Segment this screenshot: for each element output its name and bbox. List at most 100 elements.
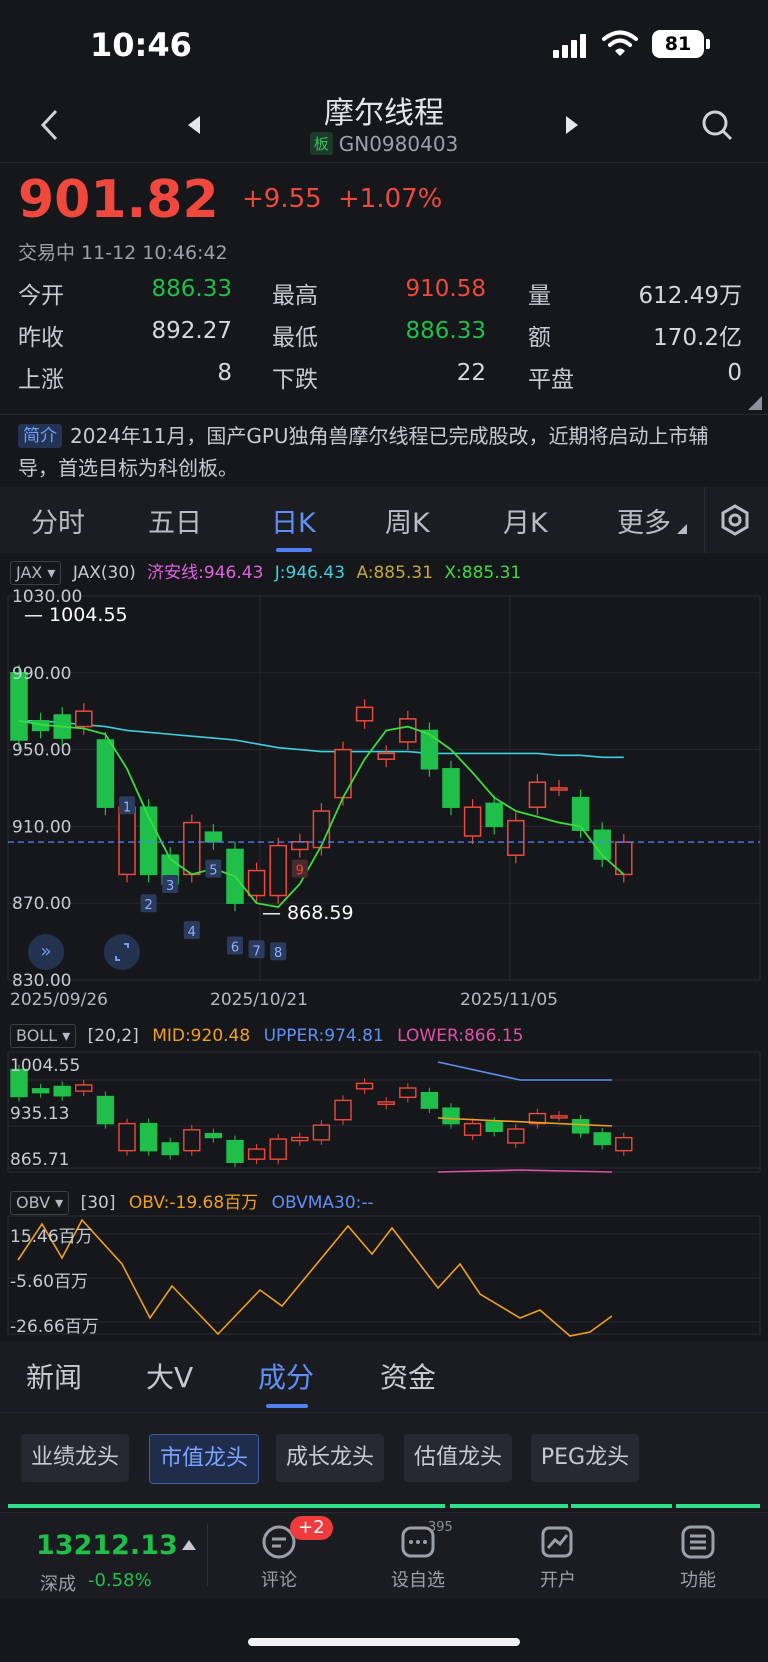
boll-candle	[399, 1087, 417, 1099]
page-title: 摩尔线程	[324, 96, 444, 131]
obv-chart[interactable]	[0, 1214, 768, 1338]
bottom-tab-divider	[0, 1412, 768, 1413]
intro-section: 简介 2024年11月，国产GPU独角兽摩尔线程已完成股改，近期将启动上市辅导，首…	[18, 420, 748, 484]
boll-candle	[75, 1084, 93, 1092]
more-corner-icon	[677, 524, 687, 534]
obv-value: OBV:-19.68百万	[128, 1193, 259, 1213]
tab-more[interactable]: 更多	[617, 501, 671, 540]
tab-influencer[interactable]: 大V	[146, 1356, 193, 1396]
tab-news[interactable]: 新闻	[26, 1356, 82, 1396]
tab-five-day[interactable]: 五日	[148, 501, 202, 540]
svg-text:4: 4	[188, 925, 196, 940]
fullscreen-icon[interactable]	[104, 934, 140, 970]
fast-forward-icon[interactable]: »	[28, 934, 64, 970]
settings-icon[interactable]	[719, 504, 751, 536]
a-value: A:885.31	[356, 563, 433, 583]
index-expand-icon[interactable]	[182, 1540, 196, 1550]
boll-lower: LOWER:866.15	[397, 1026, 524, 1046]
date-label-2: 2025/10/21	[210, 990, 308, 1010]
candle	[291, 841, 309, 851]
boll-candle	[355, 1082, 374, 1090]
intro-text: 2024年11月，国产GPU独角兽摩尔线程已完成股改，近期将启动上市辅导，首选目…	[18, 424, 709, 480]
open-account-button[interactable]: 开户	[503, 1522, 613, 1592]
candle	[507, 819, 525, 856]
low-price-value: 868.59	[287, 902, 354, 924]
boll-candle	[31, 1088, 50, 1094]
function-button[interactable]: 功能	[643, 1522, 753, 1592]
boll-selector[interactable]: BOLL ▾	[10, 1024, 77, 1048]
candle	[204, 831, 223, 843]
trading-status: 交易中 11-12 10:46:42	[18, 242, 228, 264]
chip-performance-leader[interactable]: 业绩龙头	[21, 1434, 129, 1482]
signal-marker: 6	[227, 936, 243, 955]
price-change-percent: +1.07%	[338, 184, 443, 214]
quote-value: 22	[456, 360, 486, 386]
boll-candle	[463, 1122, 482, 1136]
candle	[183, 821, 201, 876]
watchlist-count: 395	[428, 1520, 453, 1535]
boll-candle	[269, 1138, 287, 1160]
index-name: 深成	[40, 1574, 76, 1595]
quote-value: 886.33	[405, 318, 486, 344]
tab-constituents[interactable]: 成分	[258, 1356, 314, 1396]
jax-selector[interactable]: JAX ▾	[10, 561, 62, 585]
menu-icon	[681, 1525, 715, 1559]
y-axis-label: 910.00	[12, 817, 71, 837]
x-value: X:885.31	[444, 563, 522, 583]
svg-text:1: 1	[123, 800, 131, 815]
tab-weekly-k[interactable]: 周K	[385, 501, 430, 540]
candle	[377, 752, 395, 760]
obv-indicator-bar: OBV ▾ [30] OBV:-19.68百万 OBVMA30:--	[10, 1188, 374, 1215]
quote-label: 下跌	[272, 367, 318, 393]
obv-selector[interactable]: OBV ▾	[10, 1191, 70, 1215]
candle	[334, 748, 352, 799]
y-axis-label: 990.00	[12, 664, 71, 684]
search-icon[interactable]	[700, 108, 734, 142]
tab-daily-k[interactable]: 日K	[271, 501, 316, 540]
jax-name: JAX(30)	[72, 563, 136, 583]
candle	[75, 710, 93, 728]
quote-label: 最低	[272, 325, 318, 351]
tab-separator	[704, 487, 705, 553]
boll-mid: MID:920.48	[152, 1026, 251, 1046]
tab-monthly-k[interactable]: 月K	[503, 501, 548, 540]
chip-marketcap-leader[interactable]: 市值龙头	[149, 1434, 259, 1484]
quote-divider	[0, 414, 768, 415]
boll-candle	[593, 1132, 611, 1146]
boll-candle	[53, 1085, 71, 1097]
svg-text:2: 2	[144, 898, 152, 913]
next-stock-icon[interactable]	[564, 114, 580, 136]
obv-y-label-1: 15.46百万	[10, 1227, 93, 1247]
chip-valuation-leader[interactable]: 估值龙头	[404, 1434, 512, 1482]
chip-growth-leader[interactable]: 成长龙头	[276, 1434, 384, 1482]
boll-y-label-3: 865.71	[10, 1150, 70, 1170]
quote-label: 最高	[272, 283, 318, 309]
signal-marker: 2	[140, 894, 157, 913]
boll-params: [20,2]	[87, 1026, 139, 1046]
boll-candle	[420, 1091, 439, 1109]
boll-candle	[226, 1139, 244, 1163]
progress-strip-1	[8, 1504, 445, 1508]
candlestick-chart[interactable]: 123456 7 891030.00990.00950.00910.00870.00…	[0, 588, 768, 988]
boll-candle	[118, 1122, 136, 1152]
tab-intraday[interactable]: 分时	[31, 501, 85, 540]
chip-peg-leader[interactable]: PEG龙头	[531, 1434, 639, 1482]
expand-corner-icon[interactable]	[748, 396, 762, 410]
active-tab-indicator	[276, 548, 312, 552]
y-axis-label: 830.00	[12, 971, 71, 988]
candle	[355, 706, 374, 722]
quote-label: 昨收	[18, 325, 64, 351]
tab-funds[interactable]: 资金	[380, 1356, 436, 1396]
svg-text:7: 7	[252, 944, 260, 959]
boll-candle	[377, 1101, 395, 1105]
boll-indicator-bar: BOLL ▾ [20,2] MID:920.48 UPPER:974.81 LO…	[10, 1024, 523, 1048]
boll-upper-line	[437, 1061, 612, 1081]
candle	[118, 806, 136, 876]
boll-chart[interactable]	[0, 1050, 768, 1176]
add-watchlist-button[interactable]: 设自选	[363, 1522, 473, 1592]
boll-y-label-2: 935.13	[10, 1104, 70, 1124]
quote-value: 0	[727, 360, 742, 386]
candle	[442, 768, 460, 808]
j-value: J:946.43	[274, 563, 346, 583]
svg-text:9: 9	[296, 864, 304, 879]
